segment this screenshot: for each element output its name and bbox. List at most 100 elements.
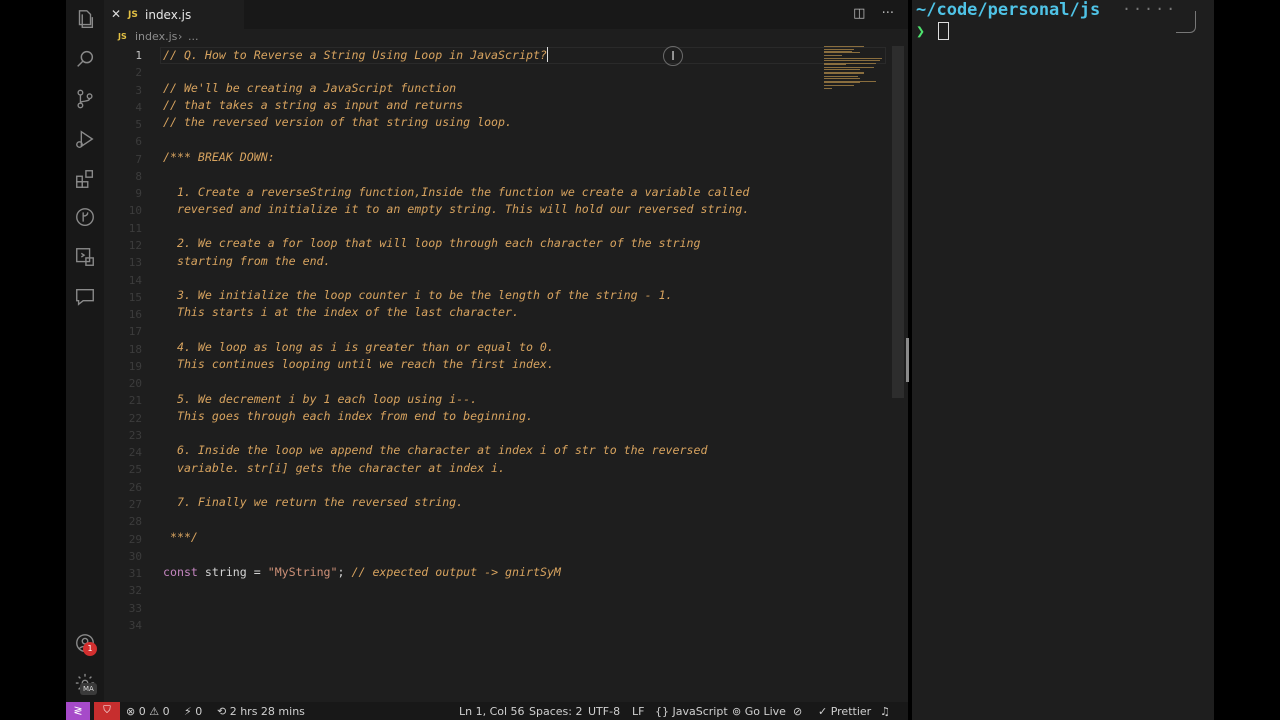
line-number: 31 [128,567,142,581]
breadcrumb-file[interactable]: index.js [135,30,177,43]
code-line: starting from the end. [163,254,331,268]
line-number: 33 [128,601,142,615]
minimap-line [824,77,860,79]
line-number: 23 [128,428,142,442]
go-live-button[interactable]: ⊚ Go Live [732,705,786,718]
right-letterbox [1214,0,1280,720]
explorer-icon[interactable] [74,8,96,30]
language-mode[interactable]: {} JavaScript [655,705,728,718]
tab-index-js[interactable]: ✕ JS index.js [104,0,244,29]
terminal-prompt-icon: ❯ [916,22,926,40]
copilot-icon[interactable]: ⊘ [793,705,802,718]
git-graph-icon[interactable] [74,206,96,228]
line-number: 16 [128,308,142,322]
tab-label: index.js [145,8,192,22]
code-line: This starts i at the index of the last c… [163,305,519,319]
minimap-line [824,82,860,83]
line-number: 27 [128,498,142,512]
line-number: 7 [135,152,142,166]
tab-bar: ✕ JS index.js ◫ ··· [104,0,908,29]
code-line: /*** BREAK DOWN: [163,150,275,164]
remote-explorer-icon[interactable] [74,246,96,268]
remote-indicator-icon[interactable]: ≷ [66,702,90,720]
more-icon[interactable]: ··· [882,6,894,21]
prettier-status[interactable]: ✓ Prettier [818,705,871,718]
vertical-scrollbar[interactable] [892,46,904,398]
indentation[interactable]: Spaces: 2 [529,705,582,718]
problems-count[interactable]: ⊗ 0 ⚠ 0 [126,705,170,718]
vscode-window: 1 MA ✕ JS index.js ◫ ··· JS index.js › .… [66,0,909,720]
activity-bar: 1 MA [66,0,104,702]
close-icon[interactable]: ✕ [111,7,121,21]
end-of-line[interactable]: LF [632,705,644,718]
line-number: 19 [128,359,142,373]
ports-count[interactable]: ⚡ 0 [184,705,202,718]
line-number: 13 [128,256,142,270]
comments-icon[interactable] [74,286,96,308]
terminal-dots: ····· [1122,0,1178,18]
line-number: 28 [128,515,142,529]
terminal-corner-decoration [1176,11,1196,33]
code-line: This continues looping until we reach th… [163,357,554,371]
terminal-cursor [938,22,949,40]
mouse-ibeam-cursor-icon: I [663,46,683,66]
code-line: 5. We decrement i by 1 each loop using i… [163,392,478,406]
line-number: 29 [128,532,142,546]
code-editor[interactable]: 1 2 3 4 5 6 7 8 9 10 11 12 13 14 15 16 17 18 19 20 21 22 23 24 2… [104,46,886,646]
line-number: 34 [128,618,142,632]
split-editor-icon[interactable]: ◫ [853,6,865,21]
breadcrumb: JS index.js › ... [104,29,908,46]
code-line: variable. str[i] gets the character at i… [163,461,506,475]
code-line: // We'll be creating a JavaScript functi… [163,81,457,95]
search-icon[interactable] [74,48,96,70]
js-file-icon: JS [128,10,138,20]
status-bar: ≷ ⛉ ⊗ 0 ⚠ 0 ⚡ 0 ⟲ 2 hrs 28 mins Ln 1, Co… [66,702,908,720]
extensions-icon[interactable] [74,168,96,190]
encoding[interactable]: UTF-8 [588,705,620,718]
left-letterbox [0,0,66,720]
terminal-window[interactable]: ~/code/personal/js ····· ❯ [912,0,1214,720]
line-number: 8 [135,169,142,183]
code-line: 4. We loop as long as i is greater than … [163,340,554,354]
line-number: 20 [128,377,142,391]
settings-badge: MA [80,683,97,695]
breadcrumb-symbols[interactable]: ... [188,30,199,43]
line-number: 24 [128,446,142,460]
session-time[interactable]: ⟲ 2 hrs 28 mins [217,705,305,718]
editor-actions: ◫ ··· [841,6,894,21]
run-debug-icon[interactable] [74,128,96,150]
code-line: ***/ [163,530,198,544]
minimap-line [824,68,860,70]
source-control-icon[interactable] [74,88,96,110]
line-number: 4 [135,100,142,114]
minimap[interactable] [824,46,886,96]
line-number: 11 [128,221,142,235]
line-number: 1 [135,49,142,62]
code-line: // the reversed version of that string u… [163,115,513,129]
broadcast-icon: ⊚ [732,705,745,718]
line-number: 3 [135,83,142,97]
minimap-line [824,64,846,65]
minimap-line [824,85,854,86]
code-line: This goes through each index from end to… [163,409,533,423]
code-line: 7. Finally we return the reversed string… [163,495,464,509]
minimap-line [824,46,864,47]
line-number: 10 [128,204,142,218]
cursor-position[interactable]: Ln 1, Col 56 [459,705,525,718]
line-number: 21 [128,394,142,408]
line-number: 17 [128,325,142,339]
line-number: 12 [128,238,142,252]
shield-icon[interactable]: ⛉ [94,702,120,720]
code-line: 6. Inside the loop we append the charact… [163,443,708,457]
notifications-bell-icon[interactable]: ♫ [880,705,890,718]
line-number: 22 [128,411,142,425]
code-line: const string = "MyString"; // expected o… [163,565,561,579]
code-line: reversed and initialize it to an empty s… [163,202,750,216]
line-number: 25 [128,463,142,477]
line-number: 30 [128,549,142,563]
js-file-icon: JS [118,32,127,41]
panel-resize-sash[interactable] [906,338,909,382]
line-number: 18 [128,342,142,356]
chevron-right-icon: › [178,30,183,43]
line-number: 6 [135,135,142,149]
